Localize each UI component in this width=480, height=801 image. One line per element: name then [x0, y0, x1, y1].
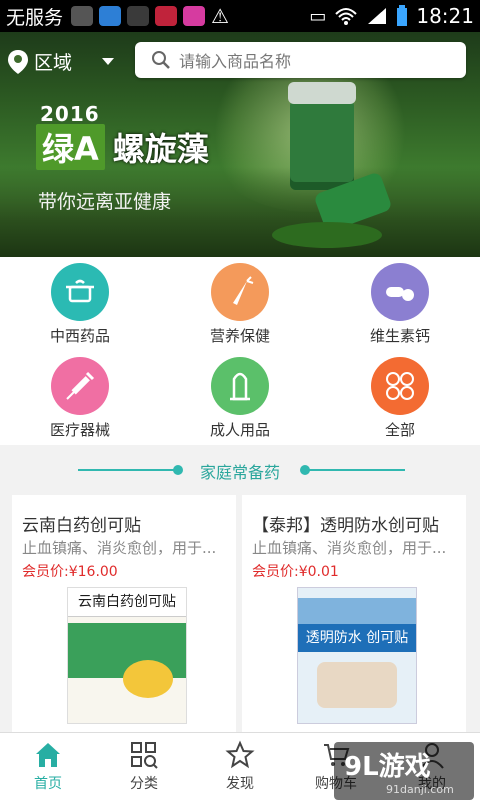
- section-header: 家庭常备药: [0, 445, 480, 495]
- category-label: 全部: [384, 421, 415, 439]
- sim-icon: ▭: [309, 5, 327, 27]
- product-image-label: 透明防水 创可贴: [298, 624, 416, 652]
- notification-icon: [71, 6, 94, 26]
- home-icon: [0, 740, 96, 770]
- category-label: 医疗器械: [49, 421, 110, 439]
- pot-icon: [51, 263, 109, 321]
- category-all[interactable]: 全部: [320, 351, 480, 443]
- browser-icon: [127, 6, 150, 26]
- nav-label: 发现: [226, 776, 254, 792]
- category-medical-devices[interactable]: 医疗器械: [0, 351, 160, 443]
- nav-label: 首页: [34, 776, 62, 792]
- banner-year: 2016: [40, 102, 100, 126]
- condom-icon: [211, 357, 269, 415]
- carrier-label: 无服务: [6, 6, 64, 29]
- nav-home[interactable]: 首页: [0, 733, 96, 801]
- clock: 18:21: [416, 4, 474, 28]
- category-adult[interactable]: 成人用品: [160, 351, 320, 443]
- product-card[interactable]: 云南白药创可贴 止血镇痛、消炎愈创，用于... 会员价:¥16.00 云南白药创…: [12, 495, 236, 735]
- banner-brand-name: 螺旋藻: [112, 130, 209, 168]
- region-label: 区域: [34, 52, 73, 74]
- grid-search-icon: [96, 740, 192, 770]
- site-watermark: 9L游戏 91danji.com: [334, 742, 474, 800]
- category-label: 成人用品: [209, 421, 270, 439]
- nav-category[interactable]: 分类: [96, 733, 192, 801]
- category-medicine[interactable]: 中西药品: [0, 257, 160, 349]
- signal-icon: [368, 8, 387, 24]
- nav-label: 分类: [130, 776, 158, 792]
- category-nutrition[interactable]: 营养保健: [160, 257, 320, 349]
- wifi-icon: [335, 8, 358, 25]
- pills-icon: [371, 263, 429, 321]
- syringe-icon: [51, 357, 109, 415]
- watermark-brand: 9L游戏: [344, 752, 431, 782]
- product-image: 云南白药创可贴: [67, 587, 187, 724]
- product-image: 透明防水 创可贴: [297, 587, 417, 724]
- location-pin-icon: [8, 49, 28, 74]
- category-label: 营养保健: [209, 327, 270, 345]
- product-price: 会员价:¥0.01: [252, 564, 339, 580]
- status-bar: 无服务 ⚠ ▭ 18:21: [0, 0, 480, 32]
- product-name: 云南白药创可贴: [22, 516, 141, 536]
- mouth-icon: [155, 6, 178, 26]
- category-grid: 中西药品 营养保健 维生素钙 医疗器械 成人用品 全部: [0, 257, 480, 445]
- category-label: 中西药品: [49, 327, 110, 345]
- section-title: 家庭常备药: [199, 463, 280, 482]
- product-desc: 止血镇痛、消炎愈创，用于...: [252, 539, 447, 557]
- search-placeholder: 请输入商品名称: [179, 52, 292, 71]
- nav-discover[interactable]: 发现: [192, 733, 288, 801]
- product-price: 会员价:¥16.00: [22, 564, 118, 580]
- all-circles-icon: [371, 357, 429, 415]
- banner-brand: 绿A 螺旋藻: [36, 124, 209, 170]
- carrot-icon: [211, 263, 269, 321]
- product-bottle-image: [288, 82, 356, 190]
- section-line-right: [305, 469, 405, 471]
- product-image-label: 云南白药创可贴: [68, 588, 186, 617]
- product-desc: 止血镇痛、消炎愈创，用于...: [22, 539, 217, 557]
- shop-icon: [183, 6, 206, 26]
- star-icon: [192, 740, 288, 770]
- banner-slogan: 带你远离亚健康: [38, 191, 172, 213]
- tablet-pile-image: [272, 222, 382, 248]
- watermark-url: 91danji.com: [386, 783, 454, 796]
- product-name: 【泰邦】透明防水创可贴: [252, 516, 439, 536]
- product-card[interactable]: 【泰邦】透明防水创可贴 止血镇痛、消炎愈创，用于... 会员价:¥0.01 透明…: [242, 495, 466, 735]
- search-input[interactable]: 请输入商品名称: [135, 42, 466, 78]
- region-selector[interactable]: 区域: [8, 48, 115, 75]
- chevron-down-icon: [102, 58, 115, 65]
- category-label: 维生素钙: [369, 327, 430, 345]
- banner-brand-prefix: 绿A: [36, 124, 105, 170]
- warning-icon: ⚠: [211, 4, 229, 28]
- search-icon: [152, 51, 170, 69]
- category-vitamin[interactable]: 维生素钙: [320, 257, 480, 349]
- app-icon: [99, 6, 122, 26]
- battery-icon: [397, 5, 408, 26]
